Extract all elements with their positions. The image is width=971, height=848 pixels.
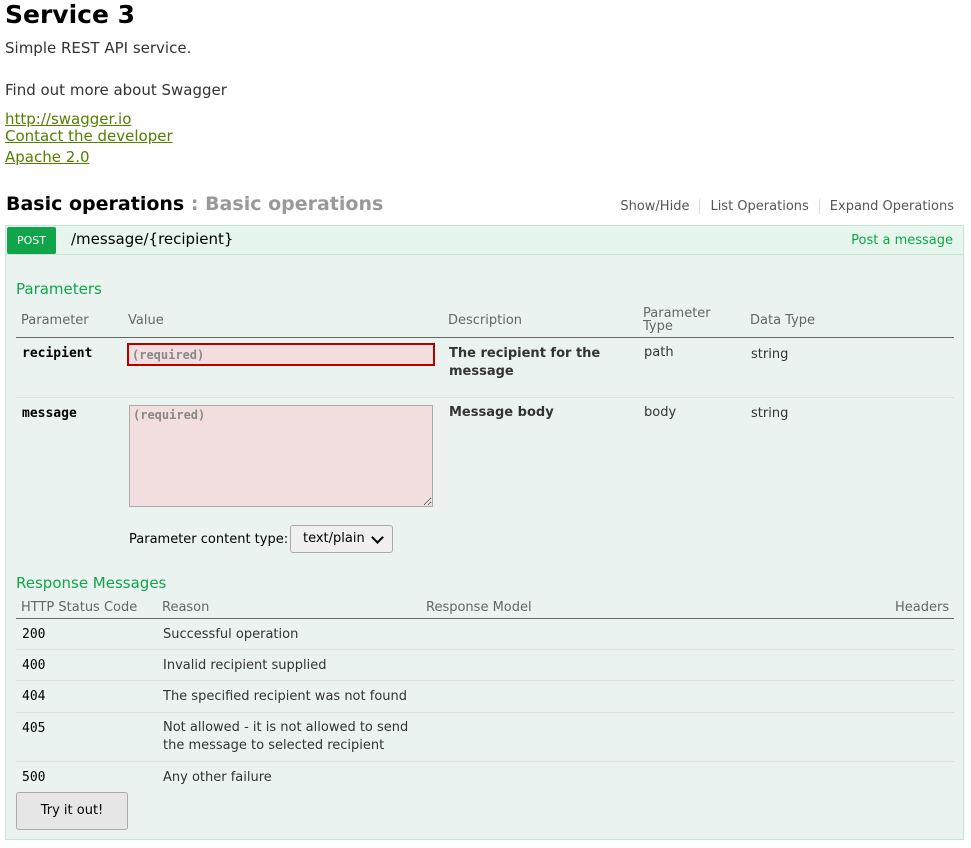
col-value: Value [128,313,164,328]
col-reason: Reason [162,600,210,615]
license-link[interactable]: Apache 2.0 [5,148,90,166]
content-type-select[interactable]: text/plain [290,525,393,553]
col-headers: Headers [895,600,950,615]
resource-heading[interactable]: Basic operations : Basic operations [6,192,383,216]
operation-content: Parameters Parameter Value Description P… [5,254,964,840]
operation-path[interactable]: /message/{recipient} [71,230,233,248]
api-description: Simple REST API service. [5,39,192,57]
response-reason-line-1: Not allowed - it is not allowed to send [163,720,409,735]
param-name: message [22,406,77,421]
response-reason-line-2: the message to selected recipient [163,738,385,753]
responses-header-divider [16,618,954,619]
status-code: 200 [22,627,46,642]
status-code: 405 [22,721,46,736]
parameters-title: Parameters [16,280,102,298]
resource-actions: Show/Hide List Operations Expand Operati… [620,199,954,214]
recipient-input[interactable] [127,343,435,366]
param-description: The recipient for the message [449,346,601,379]
param-data-type: string [751,406,789,421]
col-response-model: Response Model [426,600,532,615]
list-operations-link[interactable]: List Operations [700,199,820,214]
operation-heading[interactable]: POST /message/{recipient} Post a message [5,225,964,254]
row-divider [16,397,954,398]
row-divider [16,712,954,713]
response-reason: The specified recipient was not found [163,689,407,704]
param-type: body [644,405,677,420]
param-name: recipient [22,346,93,361]
param-data-type: string [751,347,789,362]
http-method-badge[interactable]: POST [7,227,56,254]
row-divider [16,680,954,681]
status-code: 404 [22,689,46,704]
col-parameter: Parameter [21,313,89,328]
page-title: Service 3 [5,0,136,29]
response-reason: Successful operation [163,627,299,642]
swagger-link[interactable]: http://swagger.io [5,110,131,128]
params-header-divider [16,337,954,338]
response-messages-title: Response Messages [16,574,167,592]
content-type-label: Parameter content type: [129,532,289,547]
expand-operations-link[interactable]: Expand Operations [820,199,954,214]
row-divider [16,649,954,650]
col-description: Description [448,313,523,328]
resource-description: Basic operations [205,193,384,215]
status-code: 500 [22,770,46,785]
row-divider [16,761,954,762]
col-status-code: HTTP Status Code [21,600,138,615]
message-textarea[interactable] [129,405,433,507]
param-type: path [644,345,674,360]
content-type-value: text/plain [303,531,365,546]
response-reason: Any other failure [163,770,272,785]
operation-summary[interactable]: Post a message [851,233,953,248]
resource-separator: : [190,193,199,215]
col-data-type: Data Type [750,313,816,328]
find-out-more-text: Find out more about Swagger [5,81,227,99]
chevron-down-icon [371,531,384,544]
show-hide-link[interactable]: Show/Hide [620,199,701,214]
col-parameter-type-2: Type [643,319,673,334]
try-it-out-button[interactable]: Try it out! [16,792,128,830]
resource-name[interactable]: Basic operations [6,193,184,215]
contact-developer-link[interactable]: Contact the developer [5,127,173,145]
response-reason: Invalid recipient supplied [163,658,327,673]
status-code: 400 [22,658,46,673]
param-description: Message body [449,405,554,420]
